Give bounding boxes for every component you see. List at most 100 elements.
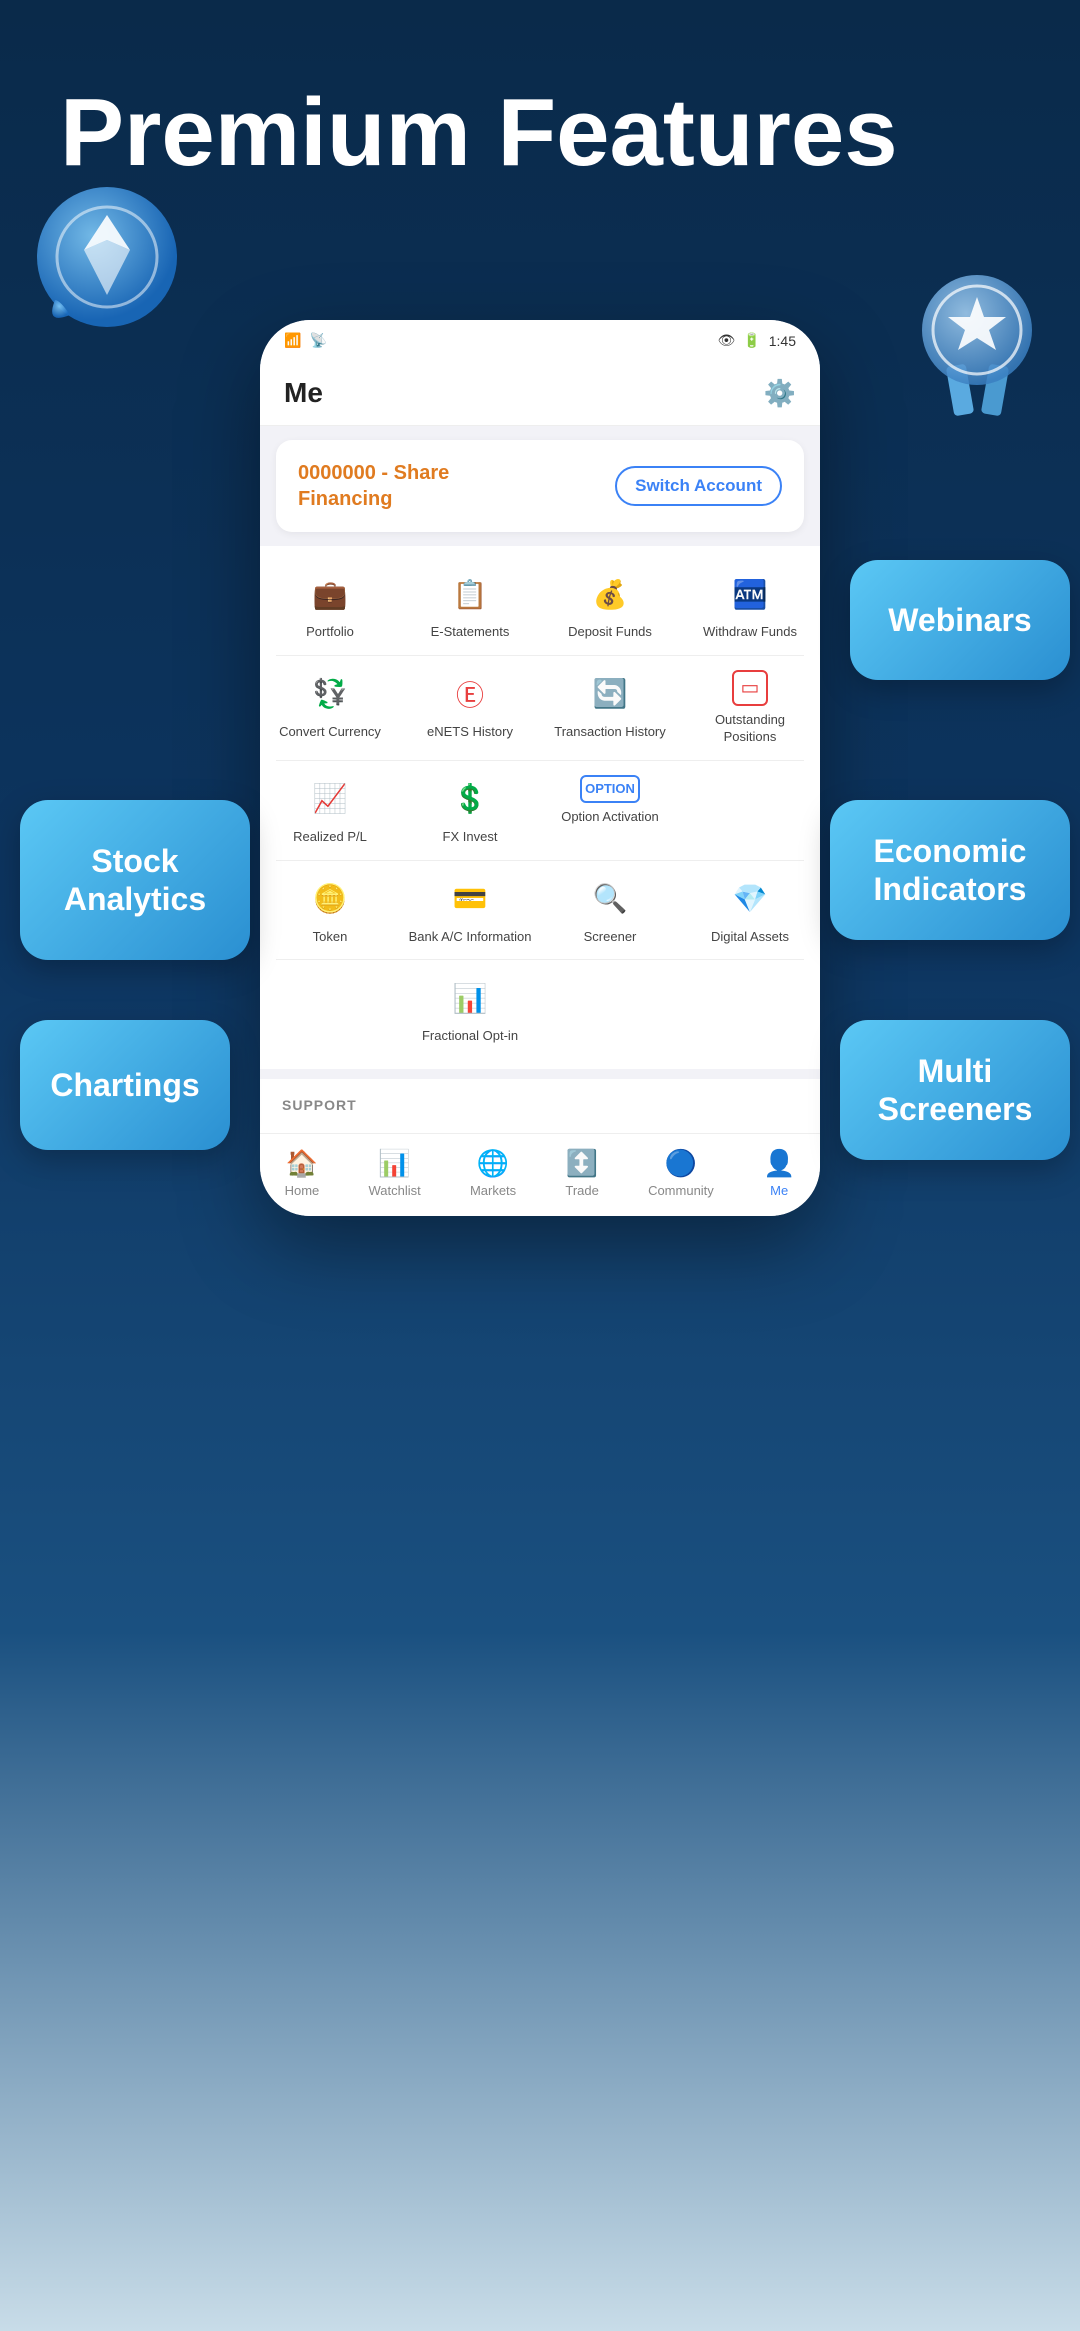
fractional-icon: 📊 [446,974,494,1022]
menu-item-withdraw[interactable]: 🏧 Withdraw Funds [680,556,820,655]
nav-home[interactable]: 🏠 Home [285,1148,320,1198]
menu-item-estatements[interactable]: 📋 E-Statements [400,556,540,655]
convert-icon: 💱 [306,670,354,718]
token-icon: 🪙 [306,875,354,923]
menu-grid-5: 📊 Fractional Opt-in [260,960,820,1059]
account-card: 0000000 - ShareFinancing Switch Account [276,440,804,532]
eye-icon: 👁 [718,332,736,349]
economic-text: Economic Indicators [874,832,1027,909]
menu-item-empty3 [540,960,680,1059]
portfolio-label: Portfolio [306,624,354,641]
menu-item-fx[interactable]: 💲 FX Invest [400,761,540,860]
menu-item-token[interactable]: 🪙 Token [260,861,400,960]
badge-chartings: Chartings [20,1020,230,1150]
token-label: Token [313,929,348,946]
watchlist-label: Watchlist [368,1183,420,1198]
page-title: Premium Features [60,80,1020,186]
menu-item-portfolio[interactable]: 💼 Portfolio [260,556,400,655]
support-section: SUPPORT [260,1079,820,1133]
nav-trade[interactable]: ↕️ Trade [565,1148,598,1198]
bank-label: Bank A/C Information [409,929,532,946]
digital-icon: 💎 [726,875,774,923]
nav-markets[interactable]: 🌐 Markets [470,1148,516,1198]
menu-item-transaction[interactable]: 🔄 Transaction History [540,656,680,760]
stock-analytics-text: Stock Analytics [64,842,206,919]
home-icon: 🏠 [286,1148,318,1179]
bottom-nav: 🏠 Home 📊 Watchlist 🌐 Markets ↕️ Trade 🔵 … [260,1133,820,1216]
battery-icon: 🔋 [743,332,760,349]
chartings-text: Chartings [50,1066,199,1104]
menu-item-empty4 [680,960,820,1059]
option-label: Option Activation [561,809,659,826]
nav-community[interactable]: 🔵 Community [648,1148,714,1198]
screener-icon: 🔍 [586,875,634,923]
realized-label: Realized P/L [293,829,367,846]
menu-item-screener[interactable]: 🔍 Screener [540,861,680,960]
digital-label: Digital Assets [711,929,789,946]
settings-icon[interactable]: ⚙️ [764,378,796,409]
time-display: 1:45 [769,333,796,349]
status-left: 📶 📡 [284,332,327,349]
withdraw-label: Withdraw Funds [703,624,797,641]
watchlist-icon: 📊 [378,1148,410,1179]
enets-icon: Ⓔ [446,670,494,718]
menu-item-digital[interactable]: 💎 Digital Assets [680,861,820,960]
transaction-label: Transaction History [554,724,666,741]
support-label: SUPPORT [282,1097,357,1113]
markets-label: Markets [470,1183,516,1198]
deposit-label: Deposit Funds [568,624,652,641]
status-bar: 📶 📡 👁 🔋 1:45 [260,320,820,361]
badge-multi-screeners: Multi Screeners [840,1020,1070,1160]
withdraw-icon: 🏧 [726,570,774,618]
menu-grid-1: 💼 Portfolio 📋 E-Statements 💰 Deposit Fun… [260,556,820,655]
wifi-icon: 📡 [309,332,326,349]
badge-webinars: Webinars [850,560,1070,680]
menu-grid-4: 🪙 Token 💳 Bank A/C Information 🔍 Screene… [260,861,820,960]
menu-item-empty2 [260,960,400,1059]
webinars-text: Webinars [888,601,1031,639]
outstanding-label: Outstanding Positions [688,712,812,746]
menu-item-convert[interactable]: 💱 Convert Currency [260,656,400,760]
menu-item-realized[interactable]: 📈 Realized P/L [260,761,400,860]
convert-label: Convert Currency [279,724,381,741]
menu-item-deposit[interactable]: 💰 Deposit Funds [540,556,680,655]
menu-item-bank[interactable]: 💳 Bank A/C Information [400,861,540,960]
me-label: Me [770,1183,788,1198]
badge-economic-indicators: Economic Indicators [830,800,1070,940]
fractional-label: Fractional Opt-in [422,1028,518,1045]
community-icon: 🔵 [665,1148,697,1179]
multi-screeners-text: Multi Screeners [878,1052,1033,1129]
menu-item-fractional[interactable]: 📊 Fractional Opt-in [400,960,540,1059]
menu-grid-3: 📈 Realized P/L 💲 FX Invest OPTION Option… [260,761,820,860]
realized-icon: 📈 [306,775,354,823]
trade-label: Trade [565,1183,598,1198]
fx-icon: 💲 [446,775,494,823]
status-right: 👁 🔋 1:45 [718,332,796,349]
enets-label: eNETS History [427,724,513,741]
community-label: Community [648,1183,714,1198]
circle-logo [35,185,180,330]
menu-item-empty1 [680,761,820,860]
screener-label: Screener [584,929,637,946]
markets-icon: 🌐 [477,1148,509,1179]
menu-item-enets[interactable]: Ⓔ eNETS History [400,656,540,760]
signal-icon: 📶 [284,332,301,349]
home-label: Home [285,1183,320,1198]
outstanding-icon: ▭ [732,670,768,706]
portfolio-icon: 💼 [306,570,354,618]
menu-item-outstanding[interactable]: ▭ Outstanding Positions [680,656,820,760]
trade-icon: ↕️ [566,1148,598,1179]
switch-account-button[interactable]: Switch Account [615,466,782,506]
nav-watchlist[interactable]: 📊 Watchlist [368,1148,420,1198]
menu-item-option[interactable]: OPTION Option Activation [540,761,680,860]
estatements-icon: 📋 [446,570,494,618]
deposit-icon: 💰 [586,570,634,618]
phone-frame: 📶 📡 👁 🔋 1:45 Me ⚙️ 0000000 - ShareFinanc… [260,320,820,1216]
account-text: 0000000 - ShareFinancing [298,460,449,512]
me-icon: 👤 [763,1148,795,1179]
option-icon: OPTION [580,775,640,803]
estatements-label: E-Statements [431,624,510,641]
nav-me[interactable]: 👤 Me [763,1148,795,1198]
badge-stock-analytics: Stock Analytics [20,800,250,960]
transaction-icon: 🔄 [586,670,634,718]
